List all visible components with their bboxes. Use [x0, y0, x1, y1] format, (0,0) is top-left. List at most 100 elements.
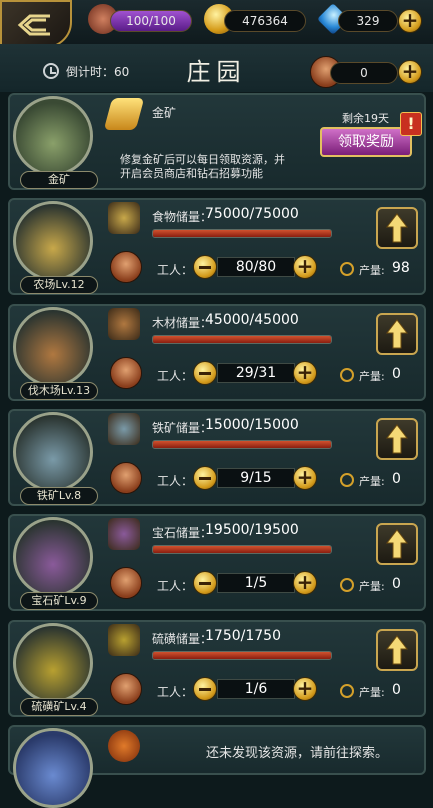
pickaxe-icon — [340, 368, 354, 382]
upgrade-button[interactable] — [376, 523, 418, 565]
pickaxe-icon — [340, 684, 354, 698]
building-image[interactable] — [13, 412, 93, 492]
production-value: 0 — [392, 576, 401, 592]
storage-bar-fill — [153, 230, 331, 237]
worker-icon — [110, 567, 142, 599]
worker-label: 工人： — [157, 685, 194, 699]
pickaxe-icon — [340, 473, 354, 487]
add-gems-button[interactable]: + — [398, 9, 422, 33]
resource-value: 75000/75000 — [205, 206, 299, 222]
gold-mine-name: 金矿 — [152, 106, 177, 120]
production-label: 产量: — [359, 370, 385, 383]
building-level-label: 伐木场Lv.13 — [20, 382, 98, 400]
storage-bar — [152, 545, 332, 554]
up-arrow-icon — [386, 319, 408, 349]
building-image[interactable] — [13, 517, 93, 597]
resource-value: 45000/45000 — [205, 312, 299, 328]
worker-count: 9/15 — [217, 468, 295, 488]
up-arrow-icon — [386, 213, 408, 243]
resource-label: 硫磺储量： — [152, 632, 213, 646]
storage-bar-fill — [153, 441, 331, 448]
add-worker-button[interactable]: + — [293, 571, 317, 595]
add-worker-button[interactable]: + — [293, 361, 317, 385]
resource-label: 宝石储量： — [152, 526, 213, 540]
building-image[interactable] — [13, 201, 93, 281]
building-level-label: 硫磺矿Lv.4 — [20, 698, 98, 716]
storage-bar — [152, 229, 332, 238]
resource-value: 15000/15000 — [205, 417, 299, 433]
resource-value: 1750/1750 — [205, 628, 281, 644]
iron-ore-icon — [108, 413, 140, 445]
remove-worker-button[interactable] — [193, 466, 217, 490]
claim-reward-button[interactable]: 领取奖励 — [320, 127, 412, 157]
storage-bar — [152, 651, 332, 660]
upgrade-button[interactable] — [376, 313, 418, 355]
worker-count: 29/31 — [217, 363, 295, 383]
storage-bar — [152, 335, 332, 344]
up-arrow-icon — [386, 529, 408, 559]
worker-icon — [110, 673, 142, 705]
gold-mine-desc-2: 开启会员商店和钻石招募功能 — [120, 167, 263, 180]
worker-icon — [110, 357, 142, 389]
production-label: 产量: — [359, 580, 385, 593]
storage-bar-fill — [153, 546, 331, 553]
worker-count: 1/6 — [217, 679, 295, 699]
storage-bar-fill — [153, 652, 331, 659]
remove-worker-button[interactable] — [193, 677, 217, 701]
upgrade-button[interactable] — [376, 629, 418, 671]
food-basket-icon — [108, 202, 140, 234]
upgrade-button[interactable] — [376, 207, 418, 249]
resource-label: 铁矿储量： — [152, 421, 213, 435]
production-value: 0 — [392, 682, 401, 698]
remove-worker-button[interactable] — [193, 571, 217, 595]
building-level-label: 宝石矿Lv.9 — [20, 592, 98, 610]
production-value: 0 — [392, 471, 401, 487]
remove-worker-button[interactable] — [193, 255, 217, 279]
storage-bar — [152, 440, 332, 449]
up-arrow-icon — [386, 635, 408, 665]
worker-count: 1/5 — [217, 573, 295, 593]
gold-mine-image[interactable] — [13, 96, 93, 176]
production-label: 产量: — [359, 475, 385, 488]
back-arrow-icon — [17, 14, 50, 36]
back-button[interactable] — [0, 0, 72, 48]
gold-mine-label: 金矿 — [20, 171, 98, 189]
building-level-label: 铁矿Lv.8 — [20, 487, 98, 505]
building-image[interactable] — [13, 623, 93, 703]
add-worker-button[interactable]: + — [293, 255, 317, 279]
worker-icon — [110, 251, 142, 283]
idle-workers-value: 0 — [330, 62, 398, 84]
add-worker-button[interactable]: + — [293, 677, 317, 701]
worker-label: 工人： — [157, 579, 194, 593]
building-image[interactable] — [13, 307, 93, 387]
building-level-label: 农场Lv.12 — [20, 276, 98, 294]
worker-icon — [110, 462, 142, 494]
production-value: 0 — [392, 366, 401, 382]
worker-label: 工人： — [157, 474, 194, 488]
upgrade-button[interactable] — [376, 418, 418, 460]
stamina-value: 100/100 — [110, 10, 192, 32]
alert-icon: ! — [400, 112, 422, 136]
production-label: 产量: — [359, 686, 385, 699]
worker-count: 80/80 — [217, 257, 295, 277]
pickaxe-icon — [340, 262, 354, 276]
gem-value: 329 — [338, 10, 398, 32]
production-label: 产量: — [359, 264, 385, 277]
gem-chest-icon — [108, 518, 140, 550]
worker-label: 工人： — [157, 369, 194, 383]
remove-worker-button[interactable] — [193, 361, 217, 385]
resource-value: 19500/19500 — [205, 522, 299, 538]
gold-value: 476364 — [224, 10, 306, 32]
undiscovered-image — [13, 728, 93, 808]
resource-label: 木材储量： — [152, 316, 213, 330]
resource-label: 食物储量： — [152, 210, 213, 224]
sulfur-icon — [108, 624, 140, 656]
up-arrow-icon — [386, 424, 408, 454]
add-worker-button[interactable]: + — [293, 466, 317, 490]
worker-label: 工人： — [157, 263, 194, 277]
storage-bar-fill — [153, 336, 331, 343]
potion-icon — [108, 730, 140, 762]
add-workers-button[interactable]: + — [398, 60, 422, 84]
pickaxe-icon — [340, 578, 354, 592]
remaining-days: 剩余19天 — [342, 112, 389, 125]
